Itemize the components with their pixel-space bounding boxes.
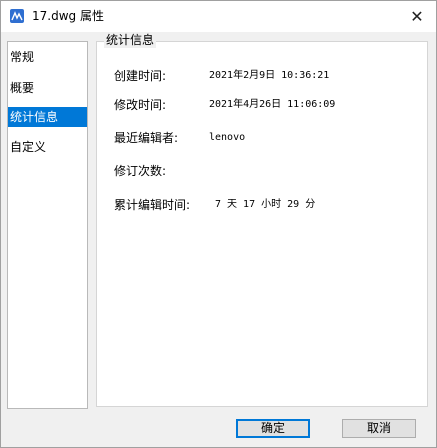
- created-label: 创建时间:: [114, 69, 167, 83]
- window-title: 17.dwg 属性: [32, 9, 104, 23]
- modified-value: 2021年4月26日 11:06:09: [209, 99, 336, 110]
- title-bar: 17.dwg 属性 ✕: [1, 1, 436, 32]
- total-edit-label: 累计编辑时间:: [114, 198, 191, 212]
- modified-label: 修改时间:: [114, 98, 167, 112]
- ok-button[interactable]: 确定: [236, 419, 310, 438]
- revision-label: 修订次数:: [114, 164, 167, 178]
- last-editor-value: lenovo: [209, 132, 246, 143]
- group-title: 统计信息: [104, 32, 157, 48]
- last-editor-label: 最近编辑者:: [114, 131, 179, 145]
- nav-item-summary[interactable]: 概要: [8, 78, 87, 98]
- statistics-group: [96, 41, 428, 407]
- nav-item-statistics[interactable]: 统计信息: [8, 107, 87, 127]
- total-edit-value: 7 天 17 小时 29 分: [215, 199, 316, 210]
- nav-list: 常规 概要 统计信息 自定义: [7, 41, 88, 409]
- created-value: 2021年2月9日 10:36:21: [209, 70, 330, 81]
- nav-item-custom[interactable]: 自定义: [8, 137, 87, 157]
- autocad-file-icon: [10, 9, 24, 23]
- close-icon[interactable]: ✕: [408, 7, 426, 26]
- properties-dialog: 17.dwg 属性 ✕ 常规 概要 统计信息 自定义 统计信息 创建时间: 20…: [0, 0, 437, 448]
- cancel-button[interactable]: 取消: [342, 419, 416, 438]
- nav-item-general[interactable]: 常规: [8, 47, 87, 67]
